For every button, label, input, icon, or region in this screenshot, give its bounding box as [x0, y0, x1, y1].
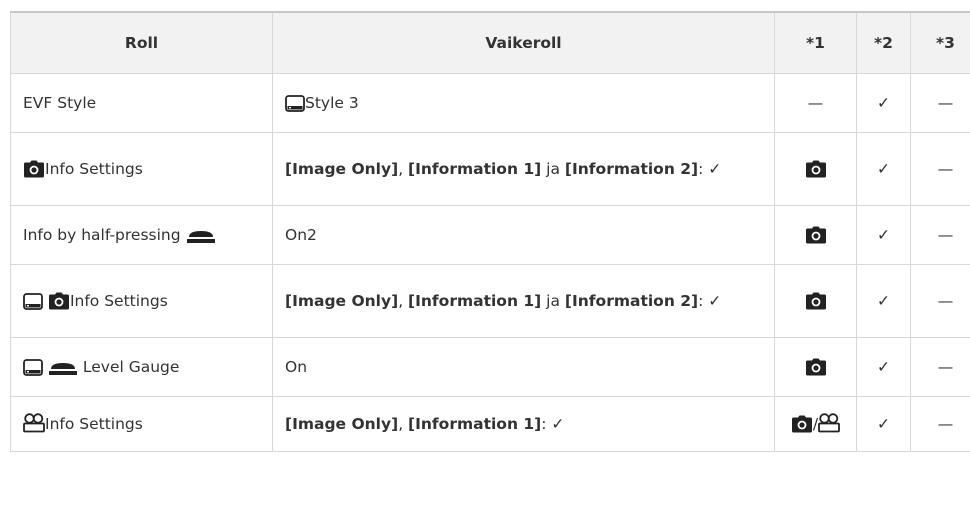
note-3-cell: —	[910, 337, 970, 397]
setting-value: Style 3	[305, 93, 359, 112]
setting-label: Info Settings	[69, 291, 168, 310]
value-part: : ✓	[698, 159, 722, 178]
setting-value: On2	[285, 225, 317, 244]
value-part: ja	[541, 159, 565, 178]
header-note-1: *1	[774, 11, 857, 74]
setting-label: Info Settings	[45, 414, 143, 433]
value-part: [Image Only]	[285, 291, 399, 310]
note-1-cell	[774, 337, 857, 397]
value-part: ,	[398, 414, 409, 433]
note-1-cell	[774, 264, 857, 338]
camera-icon	[48, 292, 70, 310]
setting-label: Info by half-pressing	[23, 225, 181, 244]
setting-default: [Image Only], [Information 1] ja [Inform…	[272, 132, 775, 206]
table-row: Info by half-pressing On2 ✓ —	[10, 205, 970, 265]
header-note-3: *3	[910, 11, 970, 74]
note-2-cell: ✓	[856, 132, 911, 206]
note-3-cell: —	[910, 205, 970, 265]
setting-name: Info by half-pressing	[10, 205, 273, 265]
camera-icon	[805, 358, 827, 376]
viewfinder-icon	[23, 292, 43, 310]
settings-table: Roll Vaikeroll *1 *2 *3 EVF Style Style …	[10, 11, 970, 452]
note-1-cell	[774, 205, 857, 265]
note-2-cell: ✓	[856, 337, 911, 397]
setting-name: Level Gauge	[10, 337, 273, 397]
note-3-cell: —	[910, 264, 970, 338]
viewfinder-icon	[285, 94, 305, 112]
note-2-cell: ✓	[856, 396, 911, 452]
note-3-cell: —	[910, 73, 970, 133]
setting-label: Info Settings	[45, 159, 143, 178]
setting-default: On2	[272, 205, 775, 265]
setting-name: Info Settings	[10, 396, 273, 452]
movie-icon	[818, 412, 841, 433]
header-note-2: *2	[856, 11, 911, 74]
note-2-cell: ✓	[856, 264, 911, 338]
value-part: [Image Only]	[285, 414, 399, 433]
setting-default: [Image Only], [Information 1] ja [Inform…	[272, 264, 775, 338]
note-1-cell	[774, 132, 857, 206]
shutter-button-icon	[186, 230, 216, 244]
viewfinder-icon	[23, 358, 43, 376]
value-part: [Information 2]	[564, 291, 699, 310]
note-2-cell: ✓	[856, 73, 911, 133]
setting-label: EVF Style	[23, 93, 97, 112]
table-row: EVF Style Style 3 — ✓ —	[10, 73, 970, 133]
value-part: [Information 1]	[408, 414, 542, 433]
header-roll: Roll	[10, 11, 273, 74]
setting-name: Info Settings	[10, 132, 273, 206]
setting-default: On	[272, 337, 775, 397]
table-row: Level Gauge On ✓ —	[10, 337, 970, 397]
table-row: Info Settings [Image Only], [Information…	[10, 132, 970, 206]
setting-default: [Image Only], [Information 1]: ✓	[272, 396, 775, 452]
value-part: [Information 1]	[408, 159, 542, 178]
setting-value: On	[285, 357, 308, 376]
value-part: : ✓	[541, 414, 565, 433]
setting-default: Style 3	[272, 73, 775, 133]
table-row: Info Settings [Image Only], [Information…	[10, 396, 970, 452]
camera-icon	[805, 226, 827, 244]
setting-label: Level Gauge	[82, 357, 180, 376]
header-vaikeroll: Vaikeroll	[272, 11, 775, 74]
camera-icon	[791, 415, 813, 433]
setting-name: Info Settings	[10, 264, 273, 338]
camera-icon	[23, 160, 45, 178]
value-part: ,	[398, 291, 409, 310]
camera-icon	[805, 160, 827, 178]
value-part: ,	[398, 159, 409, 178]
value-part: ja	[541, 291, 565, 310]
note-1-cell: /	[774, 396, 857, 452]
note-3-cell: —	[910, 396, 970, 452]
note-2-cell: ✓	[856, 205, 911, 265]
table-header-row: Roll Vaikeroll *1 *2 *3	[10, 11, 970, 74]
shutter-button-icon	[48, 362, 78, 376]
table-row: Info Settings [Image Only], [Information…	[10, 264, 970, 338]
camera-icon	[805, 292, 827, 310]
value-part: [Information 2]	[564, 159, 699, 178]
value-part: [Information 1]	[408, 291, 542, 310]
movie-icon	[23, 412, 45, 433]
value-part: : ✓	[698, 291, 722, 310]
value-part: [Image Only]	[285, 159, 399, 178]
setting-name: EVF Style	[10, 73, 273, 133]
note-3-cell: —	[910, 132, 970, 206]
note-1-cell: —	[774, 73, 857, 133]
